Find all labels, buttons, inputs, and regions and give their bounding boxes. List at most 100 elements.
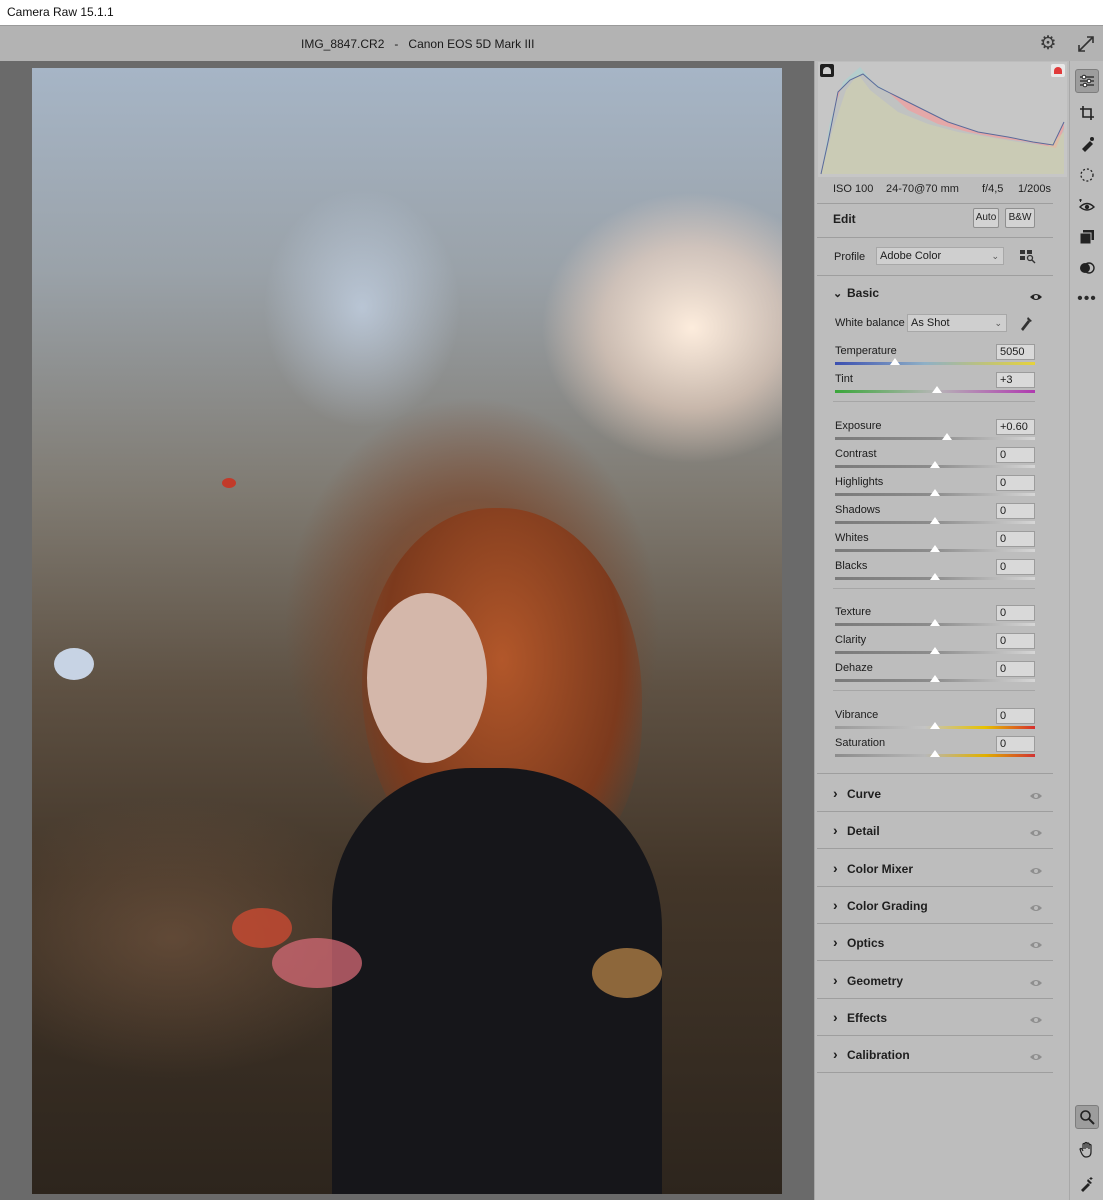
exif-iso: ISO 100 — [833, 183, 874, 195]
whites-value-input[interactable]: 0 — [996, 531, 1035, 547]
blacks-value-input[interactable]: 0 — [996, 559, 1035, 575]
divider — [817, 848, 1053, 850]
section-color-grading-title: Color Grading — [847, 898, 928, 913]
section-color-mixer-header[interactable]: › Color Mixer — [833, 860, 913, 876]
eye-visibility-icon[interactable] — [1029, 289, 1043, 300]
divider — [817, 997, 1053, 999]
section-calibration-header[interactable]: › Calibration — [833, 1046, 910, 1062]
eye-visibility-icon[interactable] — [1029, 937, 1043, 949]
more-icon[interactable]: ••• — [1075, 287, 1099, 311]
temperature-slider-thumb[interactable] — [890, 358, 900, 365]
section-optics-header[interactable]: › Optics — [833, 934, 884, 950]
temperature-slider-track[interactable] — [835, 362, 1035, 365]
section-detail-header[interactable]: › Detail — [833, 822, 880, 838]
bw-button[interactable]: B&W — [1005, 208, 1035, 228]
edit-sliders-icon[interactable] — [1075, 69, 1099, 93]
section-geometry-header[interactable]: › Geometry — [833, 972, 903, 988]
settings-gear-icon[interactable]: ⚙ — [1038, 34, 1058, 54]
temperature-value-input[interactable]: 5050 — [996, 344, 1035, 360]
photo-leaf — [272, 938, 362, 988]
section-geometry-title: Geometry — [847, 973, 904, 988]
eye-visibility-icon[interactable] — [1029, 1049, 1043, 1061]
snapshots-icon[interactable] — [1075, 256, 1099, 280]
red-eye-icon[interactable] — [1075, 194, 1099, 218]
whites-slider-thumb[interactable] — [930, 545, 940, 552]
photo-leaf — [222, 478, 236, 488]
profile-browser-icon[interactable] — [1019, 248, 1037, 264]
contrast-slider-thumb[interactable] — [930, 461, 940, 468]
eye-visibility-icon[interactable] — [1029, 975, 1043, 986]
clarity-slider-thumb[interactable] — [930, 647, 940, 654]
presets-icon[interactable] — [1075, 225, 1099, 249]
shadows-value-input[interactable]: 0 — [996, 503, 1035, 519]
highlights-value-input[interactable]: 0 — [996, 475, 1035, 491]
white-balance-label: White balance — [835, 317, 905, 329]
exif-aperture: f/4,5 — [982, 183, 1004, 195]
shadow-clipping-warning-icon[interactable] — [820, 64, 834, 77]
section-color-grading-header[interactable]: › Color Grading — [833, 897, 928, 913]
eye-visibility-icon[interactable] — [1029, 863, 1043, 874]
fullscreen-toggle-icon[interactable] — [1076, 34, 1096, 54]
auto-button[interactable]: Auto — [973, 208, 999, 228]
chevron-right-icon: › — [833, 896, 838, 913]
eye-visibility-icon[interactable] — [1029, 788, 1043, 799]
dehaze-value-input[interactable]: 0 — [996, 661, 1035, 677]
contrast-value-input[interactable]: 0 — [996, 447, 1035, 463]
eyedropper-icon[interactable] — [1018, 314, 1034, 332]
healing-brush-icon[interactable] — [1075, 132, 1099, 156]
color-sampler-icon[interactable] — [1075, 1172, 1099, 1196]
saturation-value-input[interactable]: 0 — [996, 736, 1035, 752]
photo-preview[interactable] — [32, 68, 782, 1194]
hand-icon[interactable] — [1075, 1137, 1099, 1161]
tint-slider-thumb[interactable] — [932, 386, 942, 393]
edit-title: Edit — [833, 212, 856, 226]
texture-label: Texture — [835, 606, 872, 618]
contrast-label: Contrast — [835, 448, 877, 460]
clarity-value-input[interactable]: 0 — [996, 633, 1035, 649]
highlights-label: Highlights — [835, 476, 884, 488]
exposure-slider-track[interactable] — [835, 437, 1035, 440]
photo-leaf — [592, 948, 662, 998]
highlights-slider-thumb[interactable] — [930, 489, 940, 496]
eye-visibility-icon[interactable] — [1029, 1012, 1043, 1023]
vibrance-value-input[interactable]: 0 — [996, 708, 1035, 724]
chevron-right-icon: › — [833, 1046, 838, 1063]
dehaze-slider-thumb[interactable] — [930, 675, 940, 682]
window-title-bar: Camera Raw 15.1.1 — [0, 0, 1103, 25]
white-balance-value: As Shot — [911, 317, 950, 329]
blacks-label: Blacks — [835, 560, 868, 572]
eye-visibility-icon[interactable] — [1029, 900, 1043, 911]
exposure-slider-thumb[interactable] — [942, 433, 952, 440]
tint-value-input[interactable]: +3 — [996, 372, 1035, 388]
clarity-label: Clarity — [835, 634, 867, 646]
whites-label: Whites — [835, 532, 869, 544]
exposure-value-input[interactable]: +0.60 — [996, 419, 1035, 435]
white-balance-dropdown[interactable]: As Shot ⌄ — [907, 314, 1007, 332]
zoom-icon[interactable] — [1075, 1105, 1099, 1129]
histogram — [818, 62, 1067, 177]
highlight-clipping-warning-icon[interactable] — [1051, 64, 1065, 77]
vibrance-slider-thumb[interactable] — [930, 722, 940, 729]
chevron-right-icon: › — [833, 934, 838, 951]
exposure-label: Exposure — [835, 420, 882, 432]
eye-visibility-icon[interactable] — [1029, 825, 1043, 837]
section-effects-header[interactable]: › Effects — [833, 1009, 887, 1025]
shadows-slider-thumb[interactable] — [930, 517, 940, 524]
profile-dropdown[interactable]: Adobe Color ⌄ — [876, 247, 1004, 265]
photo-leaf — [54, 648, 94, 680]
section-basic-header[interactable]: ⌄ Basic — [833, 286, 879, 300]
texture-value-input[interactable]: 0 — [996, 605, 1035, 621]
chevron-right-icon: › — [833, 822, 838, 839]
masking-icon[interactable] — [1075, 163, 1099, 187]
texture-slider-thumb[interactable] — [930, 619, 940, 626]
exif-info: ISO 100 24-70@70 mm f/4,5 1/200s — [815, 179, 1070, 201]
section-curve-header[interactable]: › Curve — [833, 785, 881, 801]
image-canvas[interactable] — [0, 61, 814, 1200]
divider — [817, 275, 1053, 276]
exif-shutter: 1/200s — [1018, 183, 1052, 195]
saturation-slider-thumb[interactable] — [930, 750, 940, 757]
crop-icon[interactable] — [1075, 101, 1099, 125]
edit-panel: ISO 100 24-70@70 mm f/4,5 1/200s Edit Au… — [814, 61, 1069, 1200]
blacks-slider-thumb[interactable] — [930, 573, 940, 580]
chevron-right-icon: › — [833, 859, 838, 876]
